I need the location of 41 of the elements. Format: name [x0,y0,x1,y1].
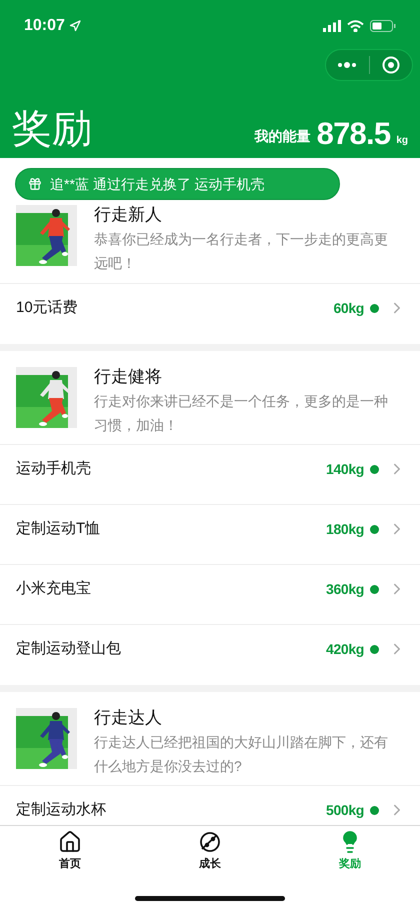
reward-row[interactable]: 10元话费 60kg [0,284,420,344]
reward-name: 定制运动T恤 [16,519,102,539]
energy-unit: kg [396,134,408,148]
reward-row[interactable]: 定制运动水杯 500kg [0,786,420,825]
reward-cost: 420kg [326,640,364,659]
reward-name: 定制运动水杯 [16,800,107,820]
level-title: 行走健将 [94,367,163,387]
signal-icon [323,20,341,32]
notice-text: 追**蓝 通过行走兑换了 运动手机壳 [50,174,265,194]
reward-cost: 360kg [326,580,364,599]
reward-name: 定制运动登山包 [16,639,122,659]
energy-label: 我的能量 [254,127,311,146]
home-icon [58,830,82,854]
reward-name: 运动手机壳 [16,459,92,479]
level-description: 行走达人已经把祖国的大好山川踏在脚下，还有什么地方是你没去过的? [94,733,389,776]
energy-value: 878.5 [316,117,390,151]
level-title: 行走新人 [94,205,163,225]
reward-cost: 60kg [333,299,364,318]
status-time: 10:07 [24,16,65,36]
planet-icon [198,830,222,854]
more-icon [337,62,358,68]
reward-cost: 140kg [326,460,364,479]
reward-cost: 180kg [326,520,364,539]
reward-row[interactable]: 定制运动登山包 420kg [0,625,420,685]
reward-row[interactable]: 定制运动T恤 180kg [0,505,420,565]
reward-row[interactable]: 小米充电宝 360kg [0,565,420,625]
target-icon [382,56,400,74]
tab-item[interactable]: 首页 [0,830,140,872]
reward-name: 小米充电宝 [16,579,92,599]
location-icon [68,20,81,32]
reward-name: 10元话费 [16,298,79,318]
tab-item[interactable]: 成长 [140,830,280,872]
wifi-icon [347,20,364,32]
level-title: 行走达人 [94,708,163,728]
reward-row[interactable]: 运动手机壳 140kg [0,445,420,505]
page-title: 奖励 [12,106,92,153]
level-description: 行走对你来讲已经不是一个任务，更多的是一种习惯，加油！ [94,392,389,435]
battery-icon [370,20,396,32]
level-description: 恭喜你已经成为一名行走者，下一步走的更高更远吧！ [94,230,389,273]
reward-cost: 500kg [326,801,364,820]
gift-icon [28,177,42,191]
